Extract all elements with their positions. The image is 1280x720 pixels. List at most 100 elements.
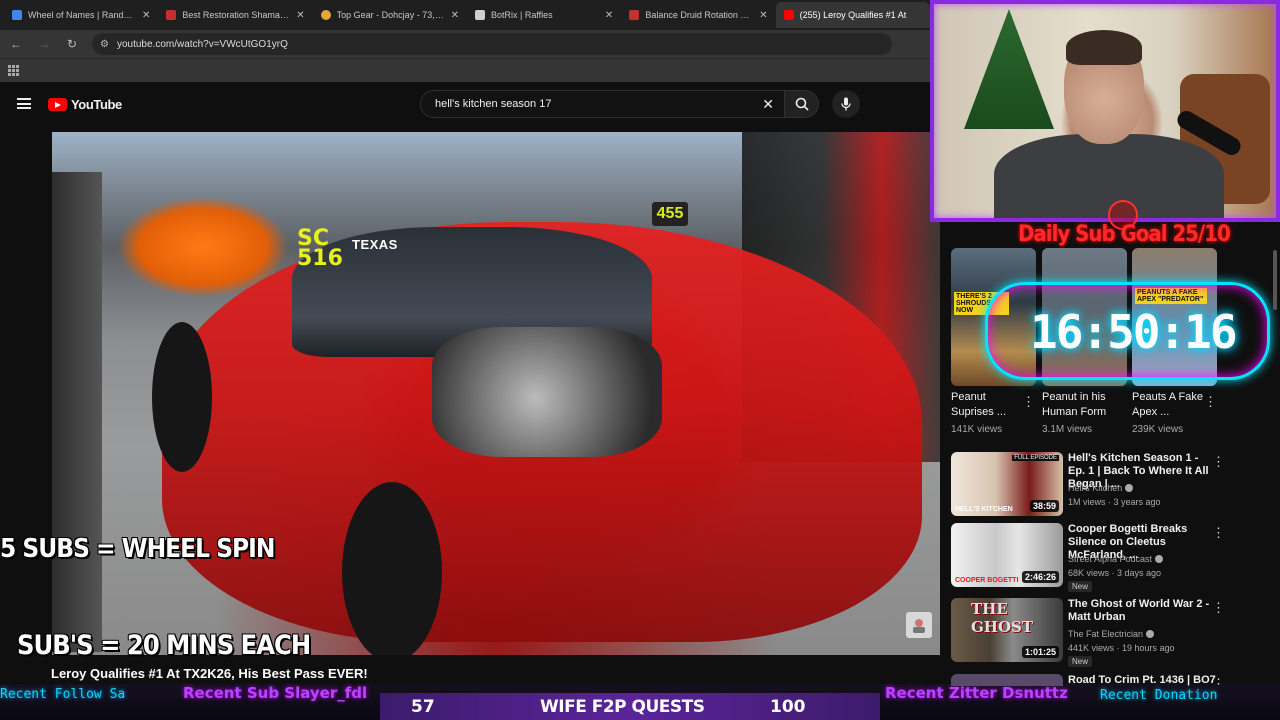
- menu-icon[interactable]: [17, 98, 31, 109]
- streamer-hair: [1066, 30, 1142, 65]
- channel-watermark-icon[interactable]: [906, 612, 932, 638]
- video-player[interactable]: SC 516 TEXAS 455: [52, 132, 940, 655]
- screen-root: Wheel of Names | Random nam ✕ Best Resto…: [0, 0, 1280, 720]
- site-info-icon[interactable]: ⚙: [100, 39, 109, 50]
- search-button[interactable]: [785, 90, 819, 118]
- youtube-header: YouTube hell's kitchen season 17 ✕: [0, 82, 940, 126]
- stream-timer: 16:50:16: [1030, 305, 1238, 359]
- voice-search-button[interactable]: [832, 90, 860, 118]
- tab-label: Balance Druid Rotation Guide: [645, 10, 754, 20]
- video-meta: 68K views · 3 days ago: [1068, 568, 1162, 578]
- more-options-icon[interactable]: ⋮: [1212, 454, 1225, 470]
- short-title[interactable]: Peanut in his Human Form: [1042, 390, 1114, 420]
- video-title[interactable]: Road To Crim Pt. 1436 | BO7: [1068, 674, 1218, 686]
- tab-label: Top Gear - Dohcjay - 73,000 DF: [336, 10, 445, 20]
- wowhead-favicon-icon: [166, 10, 177, 20]
- recent-donation-label: Recent Donation: [1100, 688, 1218, 703]
- tab-botrix[interactable]: BotRix | Raffles ✕: [467, 2, 621, 28]
- short-title[interactable]: Peauts A Fake Apex ...: [1132, 390, 1204, 420]
- short-views: 141K views: [951, 424, 1003, 435]
- quest-label: WIFE F2P QUESTS: [540, 697, 705, 717]
- channel-name[interactable]: The Fat Electrician: [1068, 629, 1155, 639]
- tab-label: (255) Leroy Qualifies #1 At: [799, 10, 907, 20]
- wowhead-favicon-icon: [629, 10, 640, 20]
- more-options-icon[interactable]: ⋮: [1212, 525, 1225, 541]
- forward-arrow-icon[interactable]: →: [36, 37, 52, 51]
- youtube-logo[interactable]: YouTube: [48, 97, 122, 112]
- verified-icon: [1146, 630, 1155, 638]
- channel-name-text: Hell's Kitchen: [1068, 483, 1123, 493]
- youtube-favicon-icon: [783, 10, 794, 20]
- close-icon[interactable]: ✕: [759, 10, 767, 21]
- more-options-icon[interactable]: ⋮: [1022, 394, 1035, 410]
- youtube-play-icon: [48, 98, 67, 111]
- more-options-icon[interactable]: ⋮: [1212, 676, 1225, 686]
- more-options-icon[interactable]: ⋮: [1212, 600, 1225, 616]
- search-query: hell's kitchen season 17: [435, 98, 552, 110]
- video-thumbnail[interactable]: COOPER BOGETTI 2:46:26: [951, 523, 1063, 587]
- bookmarks-bar: [0, 58, 930, 82]
- quest-counter-left: 57: [411, 697, 435, 717]
- microphone-icon: [841, 97, 851, 111]
- tab-youtube-active[interactable]: (255) Leroy Qualifies #1 At: [775, 2, 930, 28]
- video-duration: 1:01:25: [1021, 646, 1059, 658]
- reload-icon[interactable]: ↻: [64, 37, 80, 51]
- tab-wheel-of-names[interactable]: Wheel of Names | Random nam ✕: [4, 2, 158, 28]
- channel-name[interactable]: Street Alpha Podcast: [1068, 554, 1164, 564]
- sidebar-scrollbar[interactable]: [1273, 250, 1277, 310]
- recent-sub-label: Recent Sub Slayer_fdl: [183, 684, 368, 702]
- video-title[interactable]: The Ghost of World War 2 - Matt Urban: [1068, 598, 1218, 624]
- channel-name[interactable]: Hell's Kitchen: [1068, 483, 1134, 493]
- tab-label: Wheel of Names | Random nam: [28, 10, 136, 20]
- back-arrow-icon[interactable]: ←: [8, 37, 24, 51]
- race-number-sticker: SC 516: [297, 226, 343, 271]
- tab-top-gear[interactable]: Top Gear - Dohcjay - 73,000 DF ✕: [313, 2, 467, 28]
- url-text: youtube.com/watch?v=VWcUtGO1yrQ: [116, 38, 288, 50]
- search-input[interactable]: hell's kitchen season 17 ✕: [420, 90, 785, 118]
- video-duration: 38:59: [1029, 500, 1059, 512]
- browser-tab-strip: Wheel of Names | Random nam ✕ Best Resto…: [0, 0, 930, 30]
- address-bar-row: ← → ↻ ⚙ youtube.com/watch?v=VWcUtGO1yrQ: [0, 30, 930, 58]
- apps-grid-icon[interactable]: [8, 65, 19, 76]
- thumb-caption: HELL'S KITCHEN: [955, 506, 1013, 513]
- video-thumbnail[interactable]: [951, 674, 1063, 686]
- close-icon[interactable]: ✕: [605, 10, 613, 21]
- more-options-icon[interactable]: ⋮: [1204, 394, 1217, 410]
- channel-name-text: Street Alpha Podcast: [1068, 554, 1153, 564]
- close-icon[interactable]: ✕: [451, 10, 459, 21]
- video-duration: 2:46:26: [1021, 571, 1059, 583]
- webcam-feed: [930, 0, 1280, 222]
- thumb-caption: COOPER BOGETTI: [955, 577, 1019, 584]
- tab-balance-druid[interactable]: Balance Druid Rotation Guide ✕: [621, 2, 775, 28]
- short-title[interactable]: Peanut Suprises ...: [951, 390, 1023, 420]
- video-item[interactable]: COOPER BOGETTI 2:46:26 Cooper Bogetti Br…: [950, 523, 1280, 593]
- subs-mins-overlay: SUB'S = 20 MINS EACH: [17, 630, 311, 661]
- wheel-favicon-icon: [12, 10, 22, 20]
- short-views: 3.1M views: [1042, 424, 1093, 435]
- clear-search-icon[interactable]: ✕: [762, 96, 774, 113]
- tab-restoration-shaman[interactable]: Best Restoration Shaman Talen ✕: [158, 2, 312, 28]
- video-item[interactable]: FULL EPISODE HELL'S KITCHEN 38:59 Hell's…: [950, 452, 1280, 522]
- video-title[interactable]: Leroy Qualifies #1 At TX2K26, His Best P…: [51, 666, 368, 681]
- youtube-logo-text: YouTube: [71, 97, 122, 112]
- video-item[interactable]: Road To Crim Pt. 1436 | BO7 ⋮: [950, 674, 1280, 686]
- close-icon[interactable]: ✕: [142, 10, 150, 21]
- gear-favicon-icon: [320, 10, 331, 20]
- car-number-plate: 455: [652, 202, 688, 226]
- verified-icon: [1125, 484, 1134, 492]
- url-field[interactable]: ⚙ youtube.com/watch?v=VWcUtGO1yrQ: [92, 33, 892, 55]
- close-icon[interactable]: ✕: [296, 10, 304, 21]
- recent-follow-label: Recent Follow Sa: [0, 687, 126, 702]
- botrix-favicon-icon: [474, 10, 485, 20]
- tab-label: Best Restoration Shaman Talen: [182, 10, 290, 20]
- video-thumbnail[interactable]: THE GHOST 1:01:25: [951, 598, 1063, 662]
- video-meta: 1M views · 3 years ago: [1068, 497, 1161, 507]
- turbo-engine: [432, 327, 662, 457]
- recent-zitter-label: Recent Zitter Dsnuttz: [885, 684, 1068, 702]
- texas-sticker: TEXAS: [352, 237, 398, 252]
- person-left: [52, 172, 102, 652]
- new-badge: New: [1068, 581, 1093, 592]
- video-thumbnail[interactable]: FULL EPISODE HELL'S KITCHEN 38:59: [951, 452, 1063, 516]
- video-item[interactable]: THE GHOST 1:01:25 The Ghost of World War…: [950, 598, 1280, 668]
- channel-name-text: The Fat Electrician: [1068, 629, 1144, 639]
